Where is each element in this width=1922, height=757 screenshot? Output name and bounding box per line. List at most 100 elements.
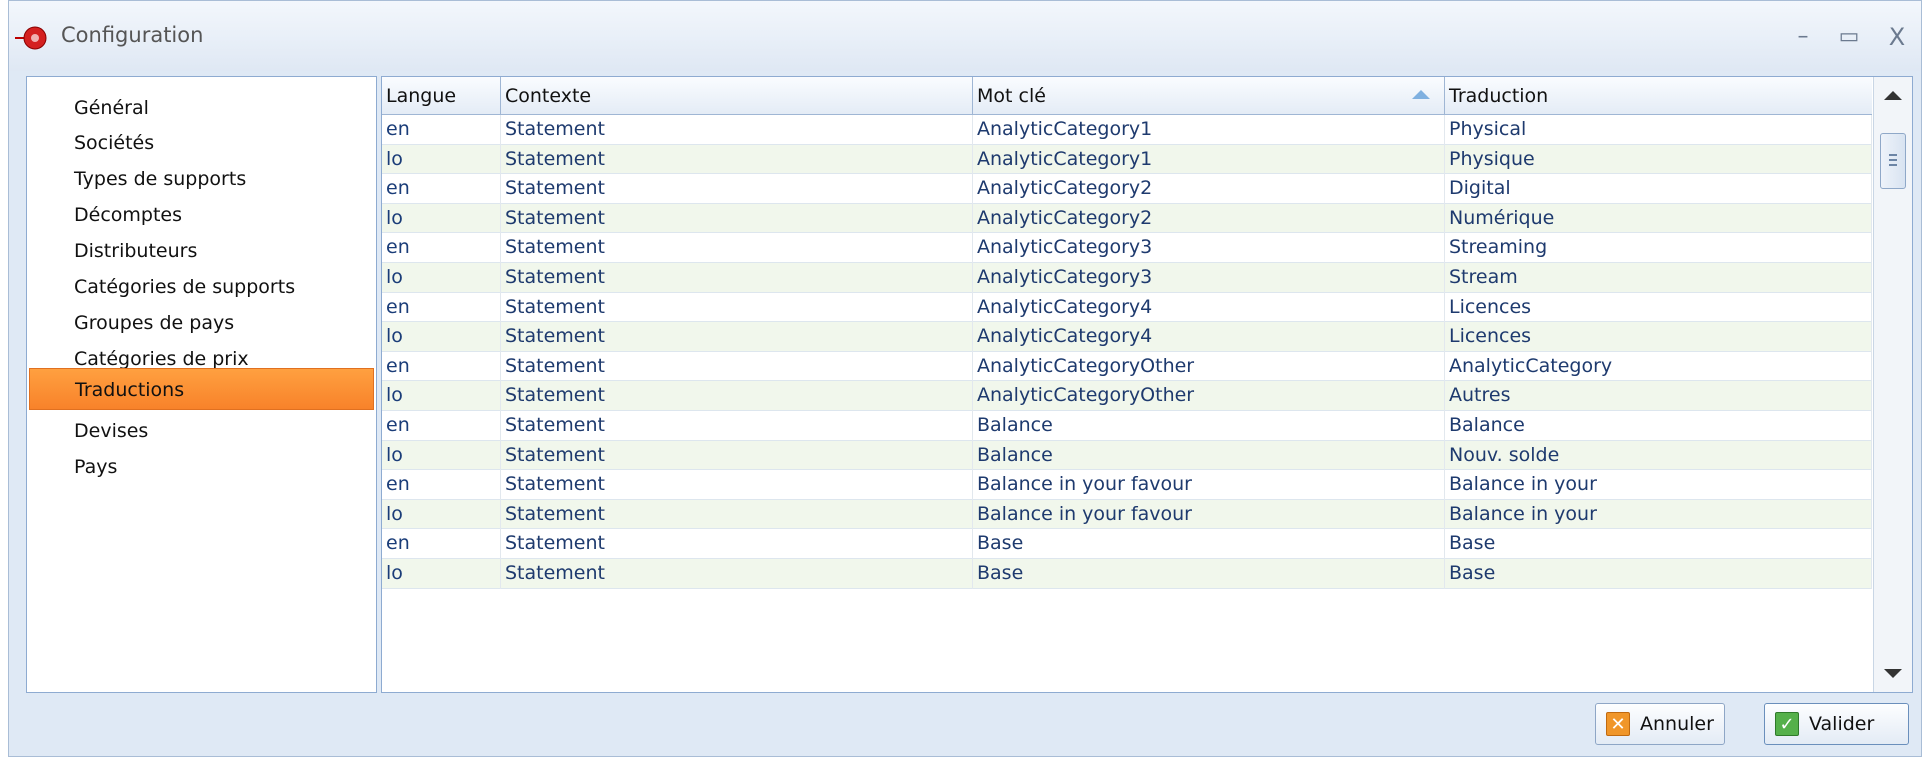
cell-traduction[interactable]: Physical [1445,115,1872,145]
cell-traduction[interactable]: Balance [1445,411,1872,441]
table-row[interactable]: lo Statement AnalyticCategory4 Licences [382,322,1872,352]
cell-langue[interactable]: en [382,292,501,323]
table-row[interactable]: lo Statement AnalyticCategory1 Physique [382,144,1872,175]
cell-mot-cle[interactable]: Balance [973,440,1445,471]
cell-mot-cle[interactable]: Base [973,559,1445,589]
cell-traduction[interactable]: Stream [1445,263,1872,293]
table-row[interactable]: lo Statement Balance in your favour Balance… [382,499,1872,530]
check-icon: ✓ [1775,712,1799,736]
cell-mot-cle[interactable]: Balance in your favour [973,499,1445,530]
table-row[interactable]: lo Statement AnalyticCategory3 Stream [382,263,1872,293]
cell-contexte[interactable]: Statement [501,529,973,559]
cell-langue[interactable]: en [382,233,501,263]
cell-contexte[interactable]: Statement [501,559,973,589]
cell-langue[interactable]: lo [382,559,501,589]
maximize-button[interactable]: ▭ [1831,21,1867,53]
cell-traduction[interactable]: Licences [1445,292,1872,323]
scroll-thumb[interactable] [1880,133,1906,189]
table-row[interactable]: en Statement AnalyticCategory2 Digital [382,174,1872,204]
cell-mot-cle[interactable]: AnalyticCategory3 [973,233,1445,263]
cell-langue[interactable]: lo [382,322,501,352]
table-row[interactable]: lo Statement AnalyticCategory2 Numérique [382,203,1872,234]
table-row[interactable]: en Statement Balance Balance [382,411,1872,441]
table-row[interactable]: lo Statement AnalyticCategoryOther Autres [382,381,1872,411]
sidebar-item-pays[interactable]: Pays [29,446,374,488]
cell-contexte[interactable]: Statement [501,381,973,411]
cell-langue[interactable]: lo [382,440,501,471]
table-row[interactable]: lo Statement Base Base [382,559,1872,589]
column-header-traduction[interactable]: Traduction [1445,77,1872,115]
cell-traduction[interactable]: Base [1445,529,1872,559]
minimize-button[interactable]: – [1785,21,1821,53]
cell-mot-cle[interactable]: AnalyticCategory4 [973,292,1445,323]
cell-langue[interactable]: lo [382,499,501,530]
scroll-down-icon[interactable] [1884,669,1902,678]
cell-mot-cle[interactable]: Base [973,529,1445,559]
cell-traduction[interactable]: Base [1445,559,1872,589]
cell-traduction[interactable]: Physique [1445,144,1872,175]
window-title: Configuration [61,23,204,47]
column-header-langue[interactable]: Langue [382,77,501,115]
cell-langue[interactable]: en [382,470,501,500]
cell-traduction[interactable]: Streaming [1445,233,1872,263]
cell-contexte[interactable]: Statement [501,411,973,441]
cell-contexte[interactable]: Statement [501,351,973,382]
table-row[interactable]: en Statement AnalyticCategoryOther Analytic… [382,351,1872,382]
grip-icon [1889,154,1897,166]
cell-contexte[interactable]: Statement [501,144,973,175]
cell-traduction[interactable]: Digital [1445,174,1872,204]
cell-contexte[interactable]: Statement [501,115,973,145]
cell-contexte[interactable]: Statement [501,440,973,471]
cell-traduction[interactable]: Licences [1445,322,1872,352]
cell-langue[interactable]: lo [382,203,501,234]
cell-langue[interactable]: en [382,529,501,559]
cell-traduction[interactable]: Autres [1445,381,1872,411]
cell-contexte[interactable]: Statement [501,470,973,500]
table-row[interactable]: en Statement AnalyticCategory1 Physical [382,115,1872,145]
cell-contexte[interactable]: Statement [501,322,973,352]
cell-traduction[interactable]: AnalyticCategory [1445,351,1872,382]
cell-mot-cle[interactable]: AnalyticCategory3 [973,263,1445,293]
close-button[interactable]: X [1879,21,1915,53]
cell-traduction[interactable]: Numérique [1445,203,1872,234]
cell-contexte[interactable]: Statement [501,233,973,263]
cell-mot-cle[interactable]: Balance [973,411,1445,441]
cell-langue[interactable]: en [382,411,501,441]
cell-mot-cle[interactable]: Balance in your favour [973,470,1445,500]
cell-mot-cle[interactable]: AnalyticCategoryOther [973,351,1445,382]
table-row[interactable]: en Statement Balance in your favour Balance… [382,470,1872,500]
cell-contexte[interactable]: Statement [501,499,973,530]
cancel-button[interactable]: ✕ Annuler [1595,703,1725,745]
validate-button-label: Valider [1809,713,1875,735]
cell-mot-cle[interactable]: AnalyticCategory1 [973,144,1445,175]
cell-traduction[interactable]: Nouv. solde [1445,440,1872,471]
sidebar-item-traductions[interactable]: Traductions [29,368,374,410]
cell-mot-cle[interactable]: AnalyticCategory2 [973,174,1445,204]
cell-langue[interactable]: lo [382,381,501,411]
validate-button[interactable]: ✓ Valider [1764,703,1909,745]
scroll-up-icon[interactable] [1884,91,1902,100]
cell-mot-cle[interactable]: AnalyticCategory4 [973,322,1445,352]
cell-traduction[interactable]: Balance in your [1445,499,1872,530]
table-row[interactable]: lo Statement Balance Nouv. solde [382,440,1872,471]
cell-langue[interactable]: en [382,174,501,204]
cell-langue[interactable]: lo [382,263,501,293]
table-row[interactable]: en Statement AnalyticCategory4 Licences [382,292,1872,323]
vertical-scrollbar[interactable] [1873,77,1912,692]
cell-langue[interactable]: en [382,351,501,382]
column-header-contexte[interactable]: Contexte [501,77,973,115]
app-logo-icon [15,26,47,50]
cell-contexte[interactable]: Statement [501,203,973,234]
cell-contexte[interactable]: Statement [501,292,973,323]
table-row[interactable]: en Statement AnalyticCategory3 Streaming [382,233,1872,263]
column-header-mot-cle[interactable]: Mot clé [973,77,1445,115]
cell-mot-cle[interactable]: AnalyticCategory2 [973,203,1445,234]
cell-contexte[interactable]: Statement [501,174,973,204]
cell-langue[interactable]: en [382,115,501,145]
cell-contexte[interactable]: Statement [501,263,973,293]
cell-traduction[interactable]: Balance in your [1445,470,1872,500]
cell-mot-cle[interactable]: AnalyticCategory1 [973,115,1445,145]
cell-mot-cle[interactable]: AnalyticCategoryOther [973,381,1445,411]
table-row[interactable]: en Statement Base Base [382,529,1872,559]
cell-langue[interactable]: lo [382,144,501,175]
